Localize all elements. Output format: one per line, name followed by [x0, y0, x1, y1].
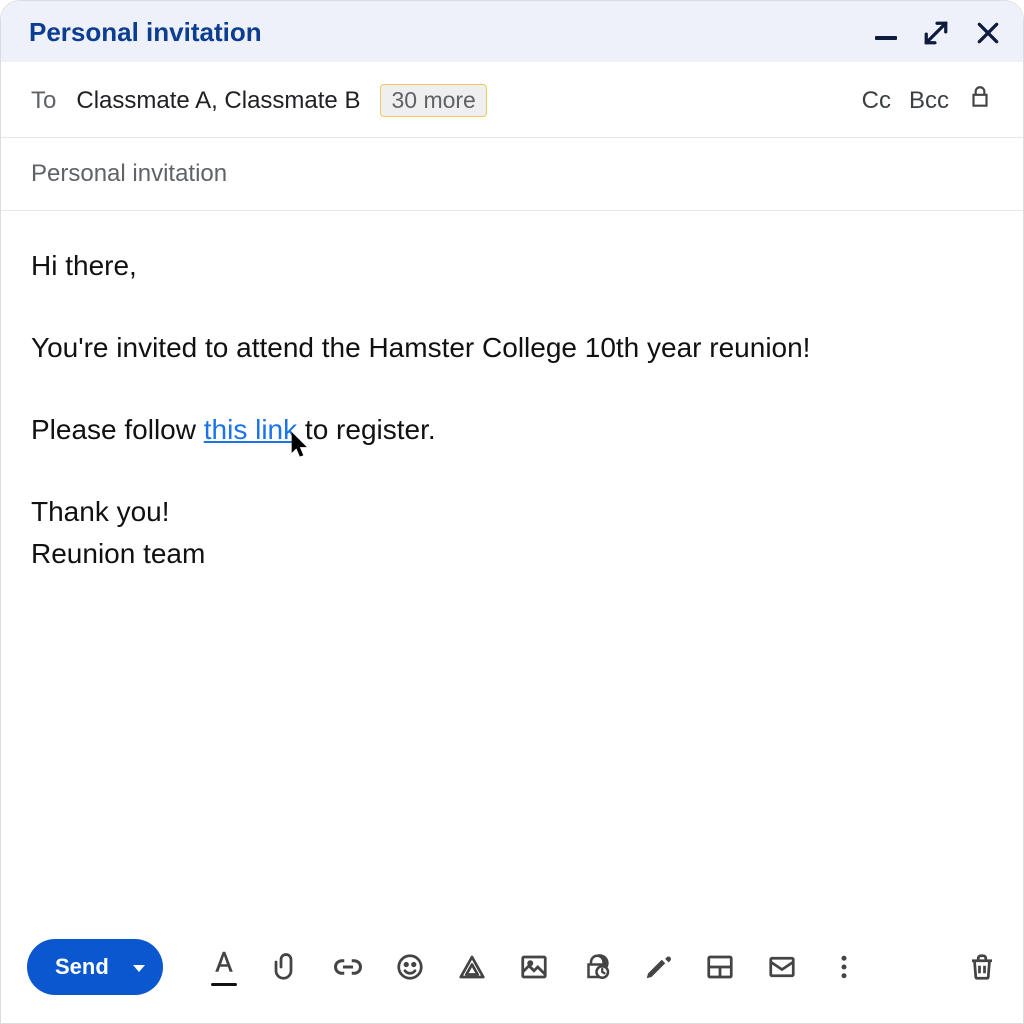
body-signature: Reunion team	[31, 533, 993, 575]
subject-field[interactable]: Personal invitation	[1, 138, 1023, 211]
subject-text: Personal invitation	[31, 160, 227, 187]
trash-icon[interactable]	[967, 952, 997, 982]
body-greeting: Hi there,	[31, 245, 993, 287]
expand-icon[interactable]	[923, 20, 949, 46]
layout-icon[interactable]	[705, 952, 735, 982]
body-line-1: You're invited to attend the Hamster Col…	[31, 327, 993, 369]
compose-toolbar: Send	[1, 921, 1023, 1023]
cc-button[interactable]: Cc	[862, 87, 891, 115]
body-line-2: Please follow this link to register.	[31, 409, 993, 451]
link-icon[interactable]	[333, 952, 363, 982]
body-thanks: Thank you!	[31, 491, 993, 533]
more-recipients-chip[interactable]: 30 more	[380, 84, 486, 117]
compose-window: Personal invitation To Classmate A, Clas…	[0, 0, 1024, 1024]
bcc-button[interactable]: Bcc	[909, 87, 949, 115]
message-body[interactable]: Hi there, You're invited to attend the H…	[1, 211, 1023, 921]
text-format-icon[interactable]	[209, 948, 239, 986]
lock-icon[interactable]	[967, 84, 993, 117]
more-vert-icon[interactable]	[829, 952, 859, 982]
send-options-caret-icon[interactable]	[133, 965, 145, 972]
to-label: To	[31, 87, 56, 115]
pen-icon[interactable]	[643, 952, 673, 982]
envelope-icon[interactable]	[767, 952, 797, 982]
minimize-icon[interactable]	[875, 26, 897, 40]
paperclip-icon[interactable]	[271, 952, 301, 982]
send-button[interactable]: Send	[27, 939, 163, 995]
drive-triangle-icon[interactable]	[457, 952, 487, 982]
format-toolbar-icons	[209, 948, 859, 986]
body-line-2-pre: Please follow	[31, 414, 204, 445]
window-controls	[875, 20, 1001, 46]
recipients-row[interactable]: To Classmate A, Classmate B 30 more Cc B…	[1, 62, 1023, 138]
image-icon[interactable]	[519, 952, 549, 982]
window-titlebar: Personal invitation	[1, 1, 1023, 62]
send-button-label: Send	[55, 954, 109, 980]
window-title: Personal invitation	[29, 17, 262, 48]
close-icon[interactable]	[975, 20, 1001, 46]
clock-lock-icon[interactable]	[581, 952, 611, 982]
body-line-2-post: to register.	[297, 414, 436, 445]
register-link[interactable]: this link	[204, 414, 297, 445]
smiley-icon[interactable]	[395, 952, 425, 982]
recipient-list[interactable]: Classmate A, Classmate B	[76, 87, 360, 115]
